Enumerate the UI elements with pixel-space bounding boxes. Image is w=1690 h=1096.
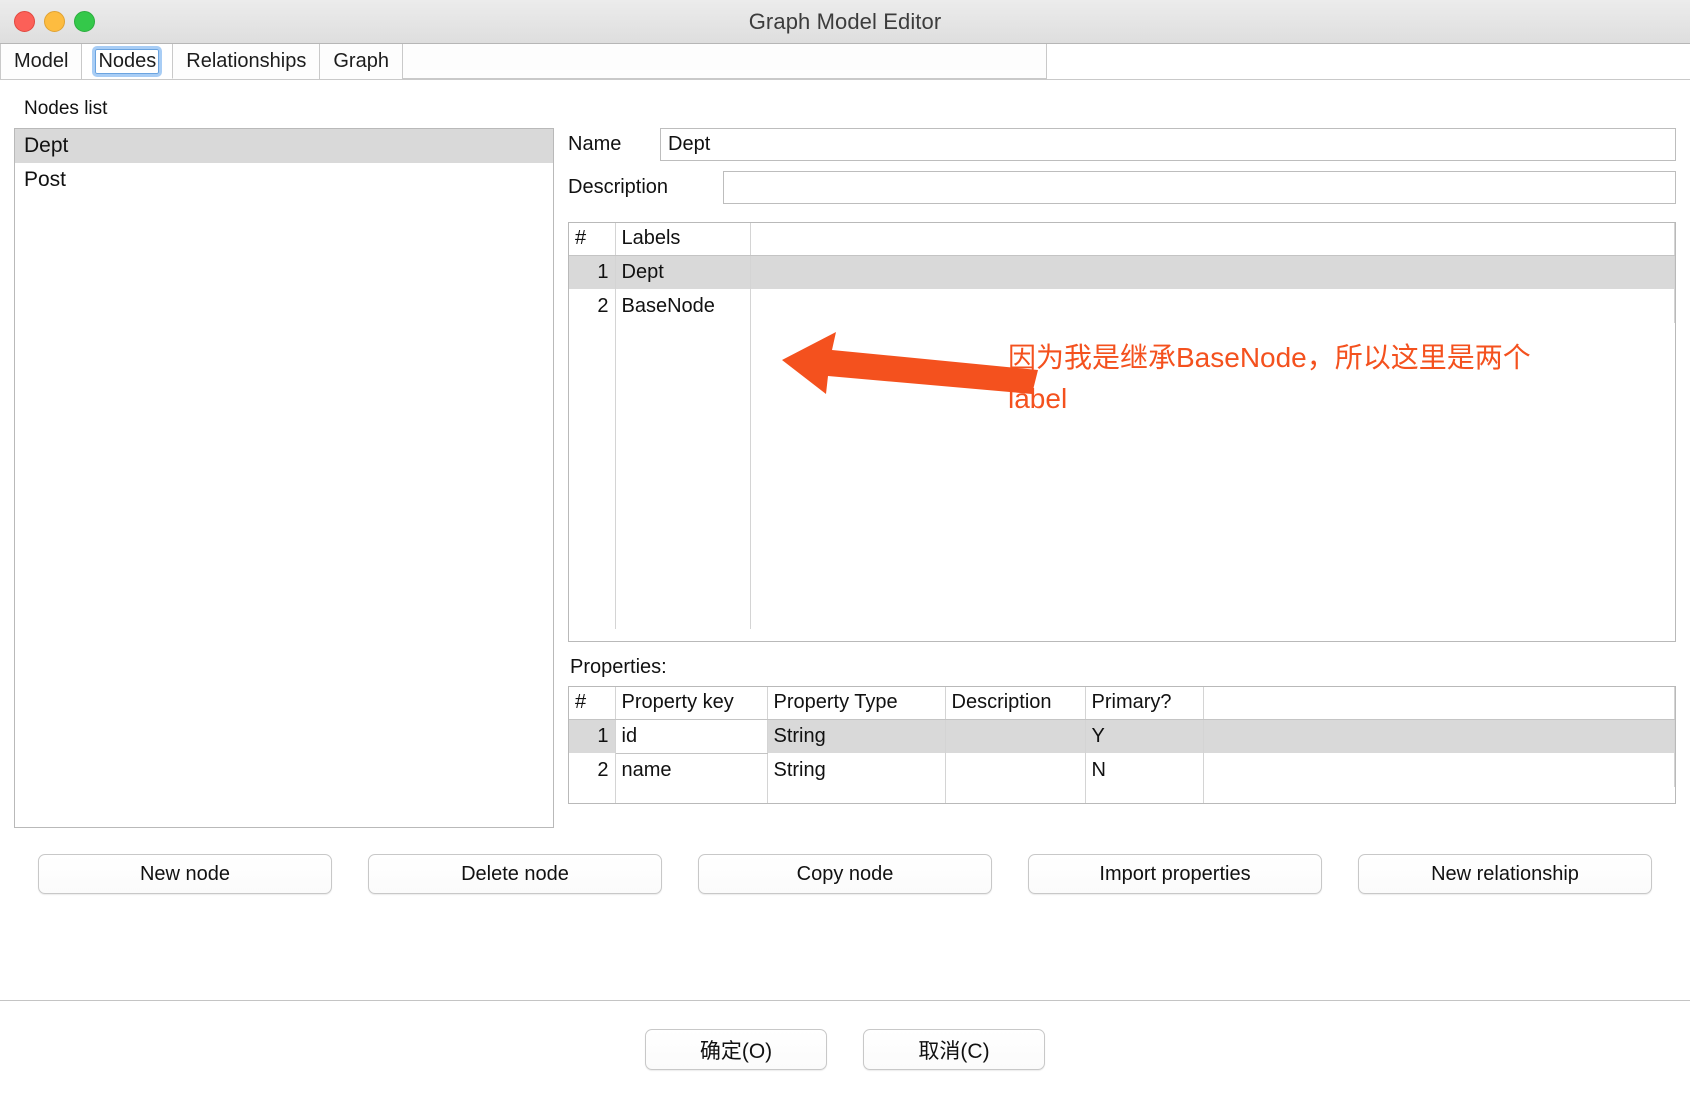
props-col-spacer[interactable] xyxy=(1203,687,1675,720)
labels-col-labels[interactable]: Labels xyxy=(615,223,751,256)
table-row-empty xyxy=(569,787,1675,803)
table-row[interactable]: 1 Dept xyxy=(569,255,1675,289)
props-cell-type[interactable]: String xyxy=(767,753,946,787)
tab-relationships[interactable]: Relationships xyxy=(173,44,321,79)
table-row-empty xyxy=(569,595,1675,629)
tab-strip-filler xyxy=(402,44,1047,79)
props-col-primary[interactable]: Primary? xyxy=(1085,687,1204,720)
properties-table[interactable]: # Property key Property Type Description… xyxy=(568,686,1676,804)
minimize-button[interactable] xyxy=(44,11,65,32)
cancel-button[interactable]: 取消(C) xyxy=(863,1029,1045,1070)
name-row: Name xyxy=(568,128,1676,161)
labels-cell-spacer xyxy=(750,255,1675,289)
close-button[interactable] xyxy=(14,11,35,32)
title-bar: Graph Model Editor xyxy=(0,0,1690,44)
delete-node-button[interactable]: Delete node xyxy=(368,854,662,894)
window-title: Graph Model Editor xyxy=(748,8,942,34)
table-row[interactable]: 1 id String Y xyxy=(569,718,1675,754)
tab-strip-tail xyxy=(1046,44,1690,79)
nodes-list-heading: Nodes list xyxy=(24,98,108,119)
labels-header-row: # Labels xyxy=(569,223,1675,256)
labels-body: 1 Dept 2 BaseNode xyxy=(569,255,1675,629)
properties-header-row: # Property key Property Type Description… xyxy=(569,687,1675,720)
tab-nodes-label: Nodes xyxy=(92,45,163,77)
props-cell-description[interactable] xyxy=(945,719,1086,753)
table-row-empty xyxy=(569,391,1675,425)
window-controls xyxy=(14,0,95,43)
zoom-button[interactable] xyxy=(74,11,95,32)
panes: Dept Post Name Description xyxy=(14,128,1676,828)
nodes-panel: Nodes list Dept Post Name Description xyxy=(0,98,1690,978)
tab-bar: Model Nodes Relationships Graph xyxy=(0,44,1690,80)
props-cell-key[interactable]: id xyxy=(614,718,768,754)
description-input[interactable] xyxy=(723,171,1676,204)
list-item[interactable]: Post xyxy=(15,163,553,197)
name-input[interactable] xyxy=(660,128,1676,161)
new-node-button[interactable]: New node xyxy=(38,854,332,894)
properties-grid: # Property key Property Type Description… xyxy=(569,687,1675,803)
table-row-empty xyxy=(569,459,1675,493)
table-row-empty xyxy=(569,323,1675,357)
table-row-empty xyxy=(569,561,1675,595)
props-cell-key[interactable]: name xyxy=(615,753,768,787)
props-cell-primary[interactable]: Y xyxy=(1085,719,1204,753)
table-row[interactable]: 2 name String N xyxy=(569,753,1675,787)
labels-cell-label[interactable]: BaseNode xyxy=(615,289,751,323)
props-cell-spacer xyxy=(1203,719,1675,753)
props-cell-description[interactable] xyxy=(945,753,1086,787)
copy-node-button[interactable]: Copy node xyxy=(698,854,992,894)
labels-col-index[interactable]: # xyxy=(569,223,616,256)
import-properties-button[interactable]: Import properties xyxy=(1028,854,1322,894)
table-row-empty xyxy=(569,425,1675,459)
props-cell-type[interactable]: String xyxy=(767,719,946,753)
labels-table[interactable]: # Labels 1 Dept 2 BaseNode xyxy=(568,222,1676,642)
ok-button[interactable]: 确定(O) xyxy=(645,1029,827,1070)
name-label: Name xyxy=(568,133,622,155)
labels-cell-index: 2 xyxy=(569,289,616,323)
props-cell-index: 2 xyxy=(569,753,616,787)
labels-cell-spacer xyxy=(750,289,1675,323)
props-col-type[interactable]: Property Type xyxy=(767,687,946,720)
tab-model-label: Model xyxy=(14,50,69,72)
props-col-key[interactable]: Property key xyxy=(615,687,768,720)
properties-body: 1 id String Y 2 name String N xyxy=(569,718,1675,803)
nodes-list[interactable]: Dept Post xyxy=(14,128,554,828)
table-row-empty xyxy=(569,357,1675,391)
labels-cell-label[interactable]: Dept xyxy=(615,255,751,289)
table-row-empty xyxy=(569,493,1675,527)
table-row[interactable]: 2 BaseNode xyxy=(569,289,1675,323)
tab-graph-label: Graph xyxy=(333,50,389,72)
description-label: Description xyxy=(568,176,669,198)
graph-model-editor-window: Graph Model Editor Model Nodes Relations… xyxy=(0,0,1690,1096)
table-row-empty xyxy=(569,527,1675,561)
props-cell-spacer xyxy=(1203,753,1675,787)
properties-heading: Properties: xyxy=(570,656,667,678)
tab-nodes[interactable]: Nodes xyxy=(82,44,174,79)
props-cell-primary[interactable]: N xyxy=(1085,753,1204,787)
tab-model[interactable]: Model xyxy=(0,44,83,79)
new-relationship-button[interactable]: New relationship xyxy=(1358,854,1652,894)
tab-graph[interactable]: Graph xyxy=(320,44,403,79)
node-detail: Name Description xyxy=(568,128,1676,828)
props-cell-index: 1 xyxy=(569,719,616,753)
list-item[interactable]: Dept xyxy=(15,129,553,163)
labels-cell-index: 1 xyxy=(569,255,616,289)
labels-grid: # Labels 1 Dept 2 BaseNode xyxy=(569,223,1675,629)
description-row: Description xyxy=(568,171,1676,204)
props-col-description[interactable]: Description xyxy=(945,687,1086,720)
tab-relationships-label: Relationships xyxy=(186,50,307,72)
dialog-footer: 确定(O) 取消(C) xyxy=(0,1001,1690,1070)
node-action-bar: New node Delete node Copy node Import pr… xyxy=(14,854,1676,894)
props-col-index[interactable]: # xyxy=(569,687,616,720)
labels-col-spacer[interactable] xyxy=(750,223,1675,256)
